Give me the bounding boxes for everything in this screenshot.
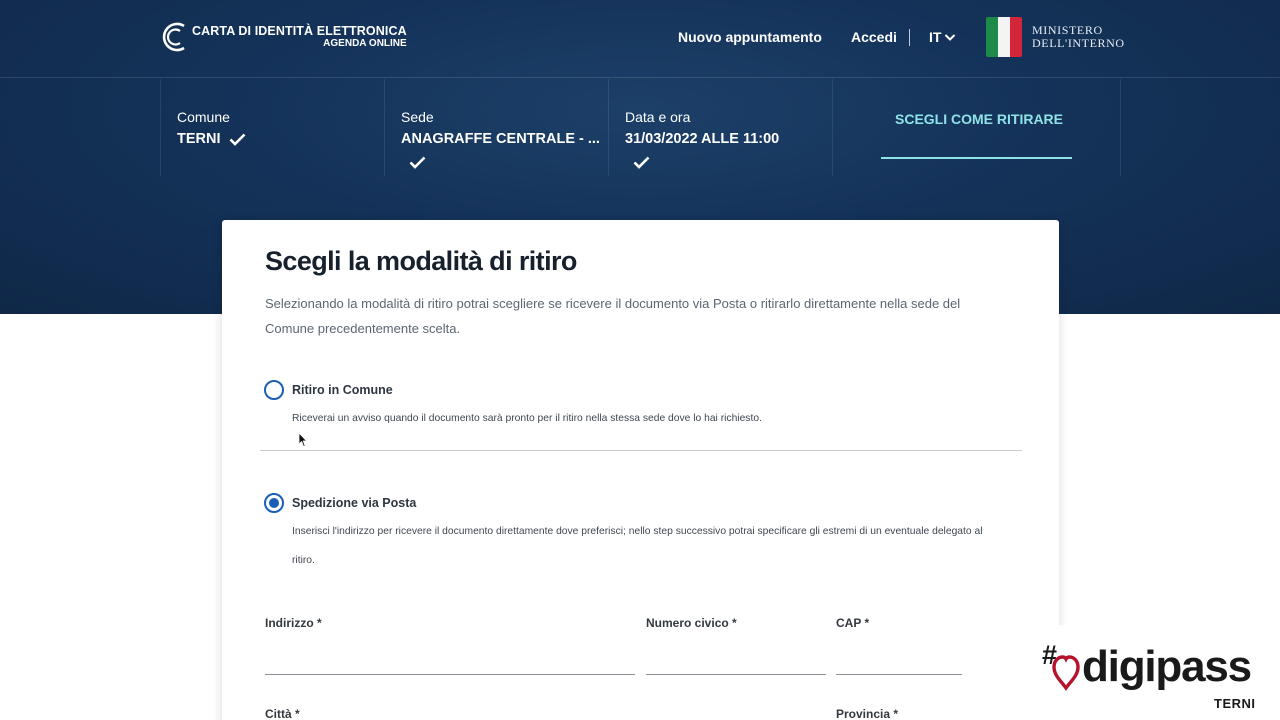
digipass-wordmark: digipass (1082, 642, 1252, 691)
step-ritiro-active[interactable]: SCEGLI COME RITIRARE (832, 79, 1121, 176)
ministry-logo: MINISTERO DELL'INTERNO (986, 17, 1125, 57)
logo-subtitle: AGENDA ONLINE (323, 38, 407, 50)
step-data-ora[interactable]: Data e ora 31/03/2022 ALLE 11:00 (608, 79, 832, 176)
check-icon (633, 156, 650, 169)
italian-flag-icon (986, 17, 1022, 57)
step-active-label: SCEGLI COME RITIRARE (895, 111, 1064, 127)
active-step-indicator (881, 157, 1072, 159)
option-description: Inserisci l'indirizzo per ricevere il do… (292, 526, 983, 537)
flag-green (986, 17, 998, 57)
digipass-city: TERNI (1214, 696, 1256, 711)
pickup-method-card: Scegli la modalità di ritiro Selezionand… (222, 220, 1059, 720)
chevron-down-icon (945, 33, 956, 41)
address-input[interactable] (265, 653, 635, 675)
option-label: Spedizione via Posta (292, 496, 417, 510)
civic-number-label: Numero civico * (646, 616, 737, 630)
step-label: Data e ora (625, 109, 691, 125)
site-header: CARTA DI IDENTITÀ ELETTRONICA AGENDA ONL… (0, 0, 1280, 78)
step-label: Sede (401, 109, 434, 125)
civic-number-input[interactable] (646, 653, 826, 675)
logo-title: CARTA DI IDENTITÀ ELETTRONICA (192, 23, 407, 38)
option-ritiro-comune[interactable]: Ritiro in Comune (264, 380, 393, 400)
nav-login[interactable]: Accedi (851, 29, 897, 45)
ministry-line-2: DELL'INTERNO (1032, 36, 1125, 50)
cap-label: CAP * (836, 616, 870, 630)
option-divider (260, 450, 1022, 451)
site-logo[interactable]: CARTA DI IDENTITÀ ELETTRONICA AGENDA ONL… (158, 18, 407, 56)
step-value: 31/03/2022 ALLE 11:00 (625, 131, 780, 147)
check-icon (409, 156, 426, 169)
language-selector[interactable]: IT (929, 29, 956, 45)
step-label: Comune (177, 109, 230, 125)
option-spedizione-posta[interactable]: Spedizione via Posta (264, 493, 416, 513)
flag-red (1010, 17, 1022, 57)
province-label: Provincia * (836, 707, 899, 720)
heart-pin-icon (1052, 655, 1080, 691)
cap-input[interactable] (836, 653, 962, 675)
step-sede[interactable]: Sede ANAGRAFFE CENTRALE - ... (384, 79, 608, 176)
check-icon (229, 133, 245, 146)
option-description: Riceverai un avviso quando il documento … (292, 413, 762, 424)
digipass-watermark: # digipass TERNI (1034, 625, 1280, 720)
nav-separator (909, 29, 910, 46)
city-label: Città * (265, 707, 300, 720)
booking-steps: Comune TERNI Sede ANAGRAFFE CENTRALE - .… (160, 79, 1121, 176)
step-comune[interactable]: Comune TERNI (160, 79, 384, 176)
step-value: ANAGRAFFE CENTRALE - ... (401, 131, 600, 147)
page-title: Scegli la modalità di ritiro (265, 246, 577, 276)
language-code: IT (929, 29, 942, 45)
mouse-cursor-icon (298, 432, 308, 448)
radio-ritiro-comune[interactable] (264, 380, 284, 400)
flag-white (998, 17, 1010, 57)
nav-new-appointment[interactable]: Nuovo appuntamento (678, 29, 822, 45)
cie-logo-icon (162, 22, 185, 52)
option-description-cont: ritiro. (292, 555, 315, 566)
page-description: Selezionando la modalità di ritiro potra… (265, 296, 961, 336)
option-label: Ritiro in Comune (292, 383, 393, 397)
address-label: Indirizzo * (265, 616, 322, 630)
step-value: TERNI (177, 131, 221, 147)
radio-spedizione-posta[interactable] (264, 493, 284, 513)
